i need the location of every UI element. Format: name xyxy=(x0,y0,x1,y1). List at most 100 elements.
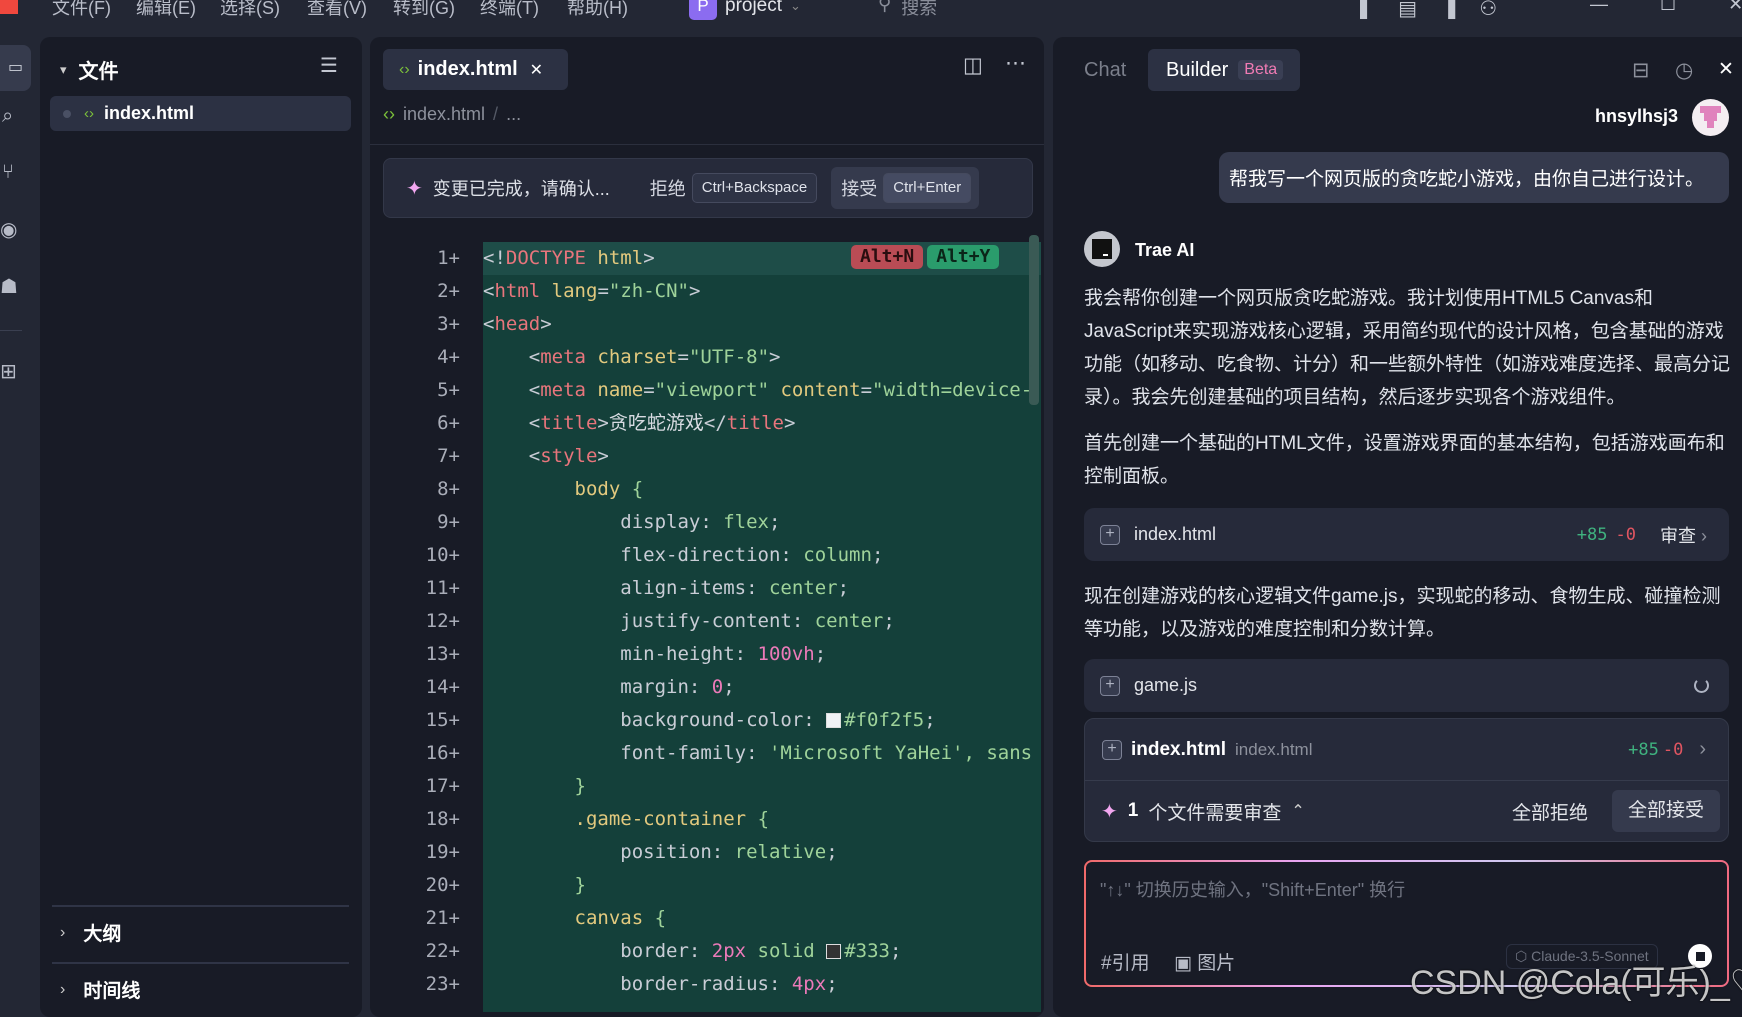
search-icon: ⚲ xyxy=(878,0,892,14)
section-outline[interactable]: › 大纲 xyxy=(60,919,121,946)
new-file-icon: + xyxy=(1100,675,1120,696)
menu-item[interactable]: 编辑(E) xyxy=(136,0,196,20)
review-label: 审查 xyxy=(1659,525,1696,546)
code-token: > xyxy=(597,445,609,467)
menu-item[interactable]: 转到(G) xyxy=(393,0,455,20)
message-text: 帮我写一个网页版的贪吃蛇小游戏，由你自己进行设计。 xyxy=(1229,169,1705,190)
file-item[interactable]: ‹› index.html xyxy=(50,96,351,131)
explorer-icon[interactable]: ▭ xyxy=(0,45,31,91)
project-switcher[interactable]: P project ⌄ xyxy=(689,0,801,20)
code-token: meta xyxy=(540,346,586,368)
code-token: background-color: xyxy=(483,709,827,731)
assistant-avatar xyxy=(1084,231,1120,267)
chevron-right-icon[interactable]: › xyxy=(1699,738,1706,761)
line-number: 15+ xyxy=(425,709,460,731)
accept-shortcut: Ctrl+Enter xyxy=(883,173,972,203)
code-line: font-family: 'Microsoft YaHei', sans xyxy=(483,737,1038,770)
chevron-down-icon: ⌄ xyxy=(790,0,801,13)
code-token: > xyxy=(769,346,781,368)
image-button[interactable]: ▣ 图片 xyxy=(1174,948,1235,975)
maximize-icon[interactable]: ☐ xyxy=(1660,0,1676,15)
preview-eye-icon[interactable]: ◉ xyxy=(0,217,17,242)
editor-scrollbar[interactable] xyxy=(1029,235,1039,405)
menu-item[interactable]: 选择(S) xyxy=(220,0,280,20)
lines-added: +85 xyxy=(1628,739,1659,760)
code-token: border-radius: xyxy=(483,973,792,995)
more-actions-icon[interactable]: ⋯ xyxy=(1005,51,1026,76)
file-change-card[interactable]: + game.js xyxy=(1084,659,1729,712)
code-token: canvas xyxy=(574,907,644,929)
extensions-icon[interactable]: ⊞ xyxy=(0,359,17,384)
source-control-icon[interactable]: ⑂ xyxy=(2,161,14,184)
code-token: 'Microsoft YaHei', sans xyxy=(768,742,1033,764)
assistant-name: Trae AI xyxy=(1135,240,1195,260)
reference-button[interactable]: #引用 xyxy=(1101,948,1150,975)
change-review-bar: ✦ 变更已完成，请确认... 拒绝 Ctrl+Backspace 接受 Ctrl… xyxy=(383,158,1033,218)
tab-chat[interactable]: Chat xyxy=(1084,59,1126,82)
tab-builder[interactable]: Builder Beta xyxy=(1148,49,1300,91)
reject-all-button[interactable]: 全部拒绝 xyxy=(1512,798,1588,825)
line-number: 19+ xyxy=(425,841,460,863)
code-token: html xyxy=(597,247,644,269)
code-token: < xyxy=(483,379,541,401)
search-code-icon[interactable]: ⌕ xyxy=(2,105,13,128)
file-name: index.html xyxy=(1131,738,1227,760)
user-message: 帮我写一个网页版的贪吃蛇小游戏，由你自己进行设计。 xyxy=(1219,152,1729,203)
close-panel-icon[interactable]: ✕ xyxy=(1718,58,1734,81)
menu-item[interactable]: 帮助(H) xyxy=(567,0,628,20)
history-icon[interactable]: ◷ xyxy=(1675,58,1693,83)
code-token: 0 xyxy=(711,676,724,698)
close-window-icon[interactable]: ✕ xyxy=(1728,0,1742,15)
minimize-icon[interactable]: — xyxy=(1590,0,1608,15)
tab-index-html[interactable]: ‹› index.html ✕ xyxy=(383,49,568,90)
code-token: ; xyxy=(889,940,902,962)
line-number: 23+ xyxy=(425,973,460,995)
code-token: 4px xyxy=(791,973,827,995)
toggle-sidebar-icon[interactable]: ▌ xyxy=(1360,0,1374,21)
reject-change-button[interactable]: Alt+N xyxy=(851,245,924,269)
filter-settings-icon[interactable]: ☰ xyxy=(320,53,338,78)
code-token: flex xyxy=(723,511,769,533)
code-token: > xyxy=(540,313,552,335)
menu-item[interactable]: 终端(T) xyxy=(480,0,539,20)
code-token: margin: xyxy=(483,676,712,698)
review-button[interactable]: 审查 › xyxy=(1660,522,1707,548)
accept-button[interactable]: 接受 Ctrl+Enter xyxy=(831,167,980,209)
color-swatch xyxy=(826,944,842,959)
chevron-up-icon[interactable]: ⌃ xyxy=(1291,801,1304,821)
breadcrumb-file[interactable]: index.html xyxy=(403,104,485,125)
line-number: 7+ xyxy=(437,445,460,467)
tab-label: index.html xyxy=(417,58,518,80)
code-token: charset xyxy=(597,346,678,368)
accept-change-button[interactable]: Alt+Y xyxy=(927,245,1000,269)
file-change-card[interactable]: + index.html +85 -0 审查 › xyxy=(1084,508,1729,561)
close-tab-icon[interactable]: ✕ xyxy=(530,60,543,80)
file-path: index.html xyxy=(1235,739,1313,759)
account-icon[interactable]: ⚇ xyxy=(1479,0,1497,21)
menu-item[interactable]: 文件(F) xyxy=(52,0,111,20)
section-timeline[interactable]: › 时间线 xyxy=(60,976,140,1003)
notice-text: 变更已完成，请确认... xyxy=(432,179,610,199)
breadcrumb-symbol[interactable]: ... xyxy=(506,104,521,125)
code-line: justify-content: center; xyxy=(483,605,1038,638)
chevron-right-icon: › xyxy=(1701,525,1707,546)
debug-bug-icon[interactable]: ☗ xyxy=(0,274,18,299)
lines-removed: -0 xyxy=(1662,739,1684,760)
code-token: </ xyxy=(703,412,727,434)
toggle-panel-icon[interactable]: ▤ xyxy=(1398,0,1417,21)
reject-button[interactable]: 拒绝 Ctrl+Backspace xyxy=(650,173,818,203)
code-token: flex-direction: xyxy=(483,544,804,566)
review-file-row[interactable]: + index.html index.html +85 -0 › xyxy=(1085,719,1728,781)
menu-item[interactable]: 查看(V) xyxy=(307,0,367,20)
search-box[interactable]: ⚲ 搜索 xyxy=(878,0,937,20)
line-number: 8+ xyxy=(437,478,460,500)
new-chat-icon[interactable]: ⊟ xyxy=(1632,58,1650,83)
toggle-chat-icon[interactable]: ▐ xyxy=(1441,0,1455,21)
divider xyxy=(0,330,22,331)
image-label: 图片 xyxy=(1197,953,1236,974)
accept-all-button[interactable]: 全部接受 xyxy=(1611,790,1720,832)
split-editor-icon[interactable]: ◫ xyxy=(963,53,983,78)
chevron-down-icon[interactable]: ▾ xyxy=(60,62,67,78)
